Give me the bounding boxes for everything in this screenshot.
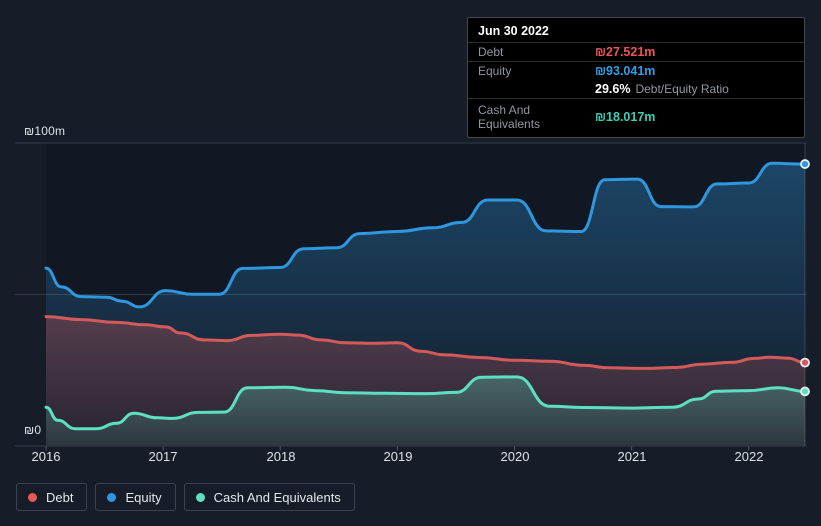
x-axis-label-2021: 2021 (617, 449, 647, 464)
y-axis-label-100m: ₪100m (24, 124, 66, 138)
chart-legend: Debt Equity Cash And Equivalents (16, 483, 355, 511)
x-axis-label-2020: 2020 (500, 449, 530, 464)
legend-item-equity[interactable]: Equity (95, 483, 176, 511)
tooltip-equity-label: Equity (478, 64, 512, 78)
cash-and-equivalents-endpoint-dot (800, 386, 810, 397)
tooltip-debt-label: Debt (478, 45, 504, 59)
x-axis-label-2019: 2019 (383, 449, 413, 464)
legend-debt-label: Debt (46, 489, 74, 505)
tooltip-ratio-value: 29.6% (595, 82, 631, 96)
tooltip-cash-label: Cash And Equivalents (478, 103, 541, 131)
debt-equity-history-panel: ₪100m ₪0 2016 2017 2018 2019 2020 2021 2… (0, 0, 821, 526)
cash-dot-icon (195, 492, 205, 502)
y-axis-label-0: ₪0 (24, 423, 42, 437)
x-axis-label-2016: 2016 (31, 449, 61, 464)
tooltip-equity-value: ₪93.041m (595, 64, 656, 78)
legend-equity-label: Equity (125, 489, 162, 505)
legend-cash-label: Cash And Equivalents (213, 489, 341, 505)
debt-endpoint-dot (800, 357, 810, 368)
tooltip-cash-row: Cash And Equivalents ₪18.017m (468, 98, 804, 137)
tooltip-ratio-label: Debt/Equity Ratio (635, 82, 729, 96)
x-axis-label-2022: 2022 (734, 449, 764, 464)
chart-tooltip: Jun 30 2022 Debt ₪27.521m Equity ₪93.041… (467, 17, 805, 138)
legend-item-debt[interactable]: Debt (16, 483, 88, 511)
debt-dot-icon (28, 492, 37, 502)
tooltip-equity-row: Equity ₪93.041m (468, 61, 804, 80)
equity-dot-icon (107, 492, 117, 502)
equity-endpoint-dot (800, 159, 810, 169)
tooltip-debt-value: ₪27.521m (595, 45, 656, 59)
tooltip-date-title: Jun 30 2022 (478, 24, 549, 38)
x-axis-label-2017: 2017 (148, 449, 178, 464)
tooltip-cash-value: ₪18.017m (595, 110, 656, 124)
legend-item-cash[interactable]: Cash And Equivalents (183, 483, 355, 511)
tooltip-debt-row: Debt ₪27.521m (468, 42, 804, 61)
tooltip-ratio-row: 29.6% Debt/Equity Ratio (468, 80, 804, 98)
x-axis-label-2018: 2018 (266, 449, 296, 464)
